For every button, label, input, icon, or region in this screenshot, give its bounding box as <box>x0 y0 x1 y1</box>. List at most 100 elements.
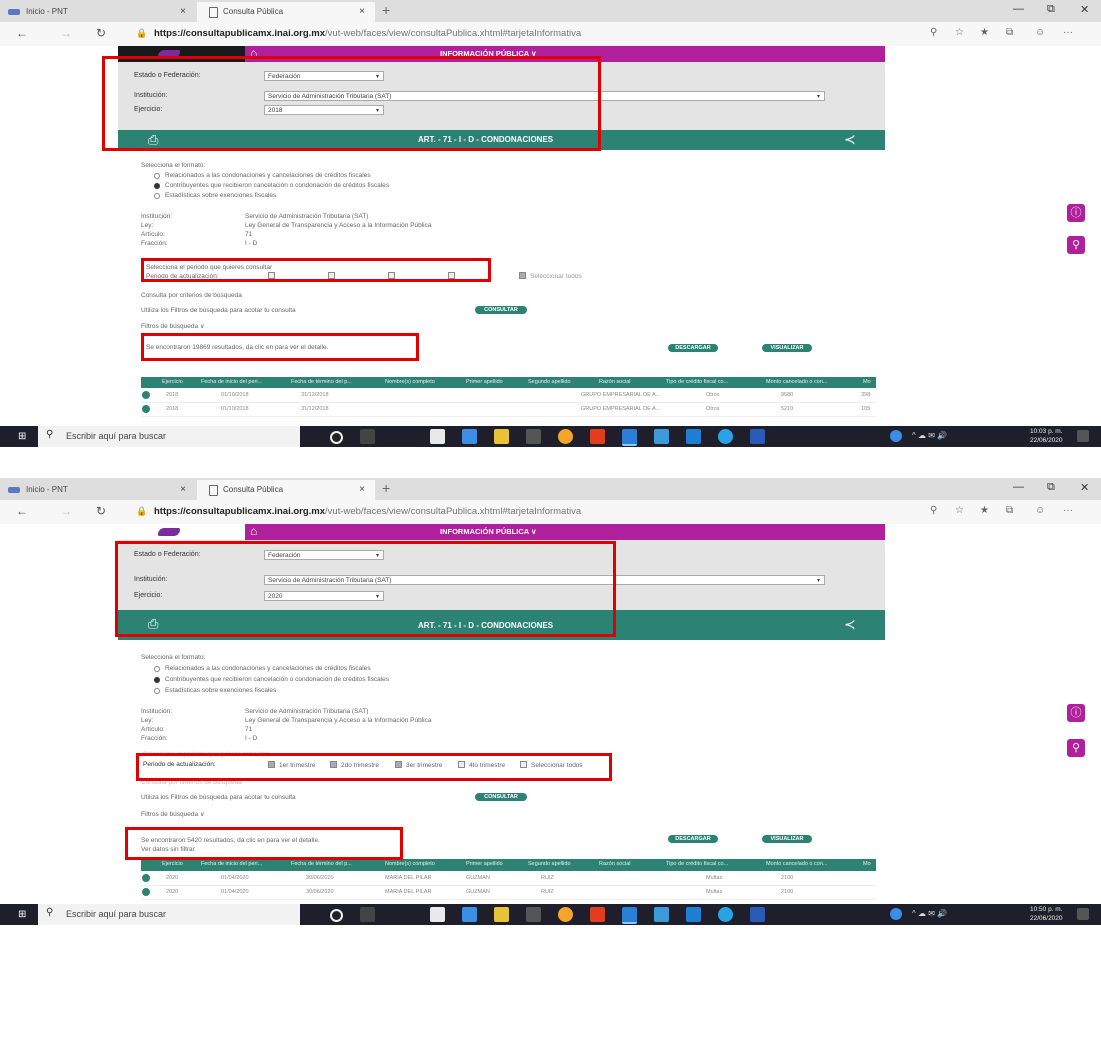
app-icon[interactable] <box>526 429 541 444</box>
table-row[interactable]: 2020 01/04/2020 30/06/2020 MARIA DEL PIL… <box>141 887 876 900</box>
cortana-icon[interactable] <box>330 431 343 444</box>
th-primer-apellido[interactable]: Primer apellido <box>466 379 503 385</box>
file-explorer-icon[interactable] <box>494 429 509 444</box>
filtros-toggle[interactable]: Filtros de búsqueda ∨ <box>141 810 205 818</box>
share-icon[interactable]: ≺ <box>844 131 856 148</box>
detail-plus-icon[interactable] <box>142 405 150 413</box>
dropbox-icon[interactable] <box>462 429 477 444</box>
help-tray-icon[interactable] <box>890 430 902 442</box>
favorites-icon[interactable]: ★ <box>980 505 989 516</box>
formato-option-2[interactable]: Contribuyentes que recibieron cancelació… <box>165 676 389 683</box>
skype-icon[interactable] <box>718 429 733 444</box>
clock[interactable]: 10:03 p. m. 22/06/2020 <box>1030 427 1063 445</box>
chrome-icon[interactable] <box>558 429 573 444</box>
table-row[interactable]: 2018 01/10/2018 31/12/2018 GRUPO EMPRESA… <box>141 390 876 403</box>
th-tipo-credito[interactable]: Tipo de crédito fiscal co... <box>666 379 728 385</box>
header-title[interactable]: INFORMACIÓN PÚBLICA ∨ <box>440 524 536 540</box>
th-segundo-apellido[interactable]: Segundo apellido <box>528 861 571 867</box>
th-monto[interactable]: Mo <box>863 379 871 385</box>
more-menu-icon[interactable]: ··· <box>1063 505 1073 516</box>
notifications-icon[interactable] <box>1077 908 1089 920</box>
notifications-icon[interactable] <box>1077 430 1089 442</box>
mail-icon[interactable] <box>686 907 701 922</box>
tab-consulta-publica[interactable]: Consulta Pública × <box>197 480 375 500</box>
reading-view-icon[interactable]: ☆ <box>955 27 964 38</box>
formato-option-3[interactable]: Estadísticas sobre exenciones fiscales <box>165 192 276 199</box>
th-primer-apellido[interactable]: Primer apellido <box>466 861 503 867</box>
new-tab-button[interactable]: + <box>382 480 390 496</box>
filtros-toggle[interactable]: Filtros de búsqueda ∨ <box>141 322 205 330</box>
new-tab-button[interactable]: + <box>382 2 390 18</box>
th-razon-social[interactable]: Razón social <box>599 379 631 385</box>
detail-plus-icon[interactable] <box>142 888 150 896</box>
forward-button[interactable]: → <box>60 26 72 40</box>
close-tab-icon[interactable]: × <box>180 480 186 500</box>
formato-radio-2[interactable] <box>154 183 160 189</box>
descargar-button[interactable]: DESCARGAR <box>668 835 718 843</box>
formato-radio-1[interactable] <box>154 173 160 179</box>
edge-icon[interactable] <box>622 907 637 924</box>
cortana-icon[interactable] <box>330 909 343 922</box>
close-tab-icon[interactable]: × <box>180 2 186 22</box>
photos-icon[interactable] <box>654 907 669 922</box>
table-row[interactable]: 2020 01/04/2020 30/06/2020 MARIA DEL PIL… <box>141 873 876 886</box>
formato-option-1[interactable]: Relacionados a las condonaciones y cance… <box>165 665 371 672</box>
help-icon[interactable]: ⓘ <box>1067 704 1085 722</box>
more-menu-icon[interactable]: ··· <box>1063 27 1073 38</box>
th-monto-cancelado[interactable]: Monto cancelado o con... <box>766 379 827 385</box>
profile-icon[interactable]: ☺ <box>1035 27 1045 38</box>
close-tab-icon[interactable]: × <box>359 480 365 500</box>
zoom-icon[interactable]: ⚲ <box>930 505 937 516</box>
profile-icon[interactable]: ☺ <box>1035 505 1045 516</box>
th-razon-social[interactable]: Razón social <box>599 861 631 867</box>
office-icon[interactable] <box>590 429 605 444</box>
th-fecha-termino[interactable]: Fecha de término del p... <box>291 861 352 867</box>
clock[interactable]: 10:50 p. m. 22/06/2020 <box>1030 905 1063 923</box>
th-ejercicio[interactable]: Ejercicio <box>162 861 183 867</box>
mail-icon[interactable] <box>686 429 701 444</box>
share-icon[interactable]: ≺ <box>844 616 856 633</box>
th-fecha-inicio[interactable]: Fecha de inicio del peri... <box>201 861 262 867</box>
close-tab-icon[interactable]: × <box>359 2 365 22</box>
maximize-button[interactable]: ⧉ <box>1047 481 1055 494</box>
back-button[interactable]: ← <box>16 26 28 40</box>
help-tray-icon[interactable] <box>890 908 902 920</box>
th-segundo-apellido[interactable]: Segundo apellido <box>528 379 571 385</box>
tab-inicio-pnt[interactable]: Inicio - PNT × <box>0 480 196 500</box>
task-view-icon[interactable] <box>360 907 375 922</box>
formato-option-3[interactable]: Estadísticas sobre exenciones fiscales <box>165 687 276 694</box>
tab-inicio-pnt[interactable]: Inicio - PNT × <box>0 2 196 22</box>
detail-plus-icon[interactable] <box>142 391 150 399</box>
th-fecha-inicio[interactable]: Fecha de inicio del peri... <box>201 379 262 385</box>
periodo-check-all[interactable] <box>519 272 526 279</box>
th-ejercicio[interactable]: Ejercicio <box>162 379 183 385</box>
dropbox-icon[interactable] <box>462 907 477 922</box>
store-icon[interactable] <box>430 429 445 444</box>
photos-icon[interactable] <box>654 429 669 444</box>
formato-radio-3[interactable] <box>154 688 160 694</box>
app-icon[interactable] <box>526 907 541 922</box>
taskbar-search[interactable]: ⚲ Escribir aquí para buscar <box>38 904 300 925</box>
chrome-icon[interactable] <box>558 907 573 922</box>
visualizar-button[interactable]: VISUALIZAR <box>762 835 812 843</box>
word-icon[interactable] <box>750 429 765 444</box>
table-row[interactable]: 2018 01/10/2018 31/12/2018 GRUPO EMPRESA… <box>141 404 876 417</box>
consultar-button[interactable]: CONSULTAR <box>475 306 527 314</box>
formato-option-2[interactable]: Contribuyentes que recibieron cancelació… <box>165 182 389 189</box>
tab-consulta-publica[interactable]: Consulta Pública × <box>197 2 375 22</box>
edge-icon[interactable] <box>622 429 637 446</box>
help-icon[interactable]: ⓘ <box>1067 204 1085 222</box>
consultar-button[interactable]: CONSULTAR <box>475 793 527 801</box>
address-bar[interactable]: https://consultapublicamx.inai.org.mx/vu… <box>154 506 581 517</box>
th-tipo-credito[interactable]: Tipo de crédito fiscal co... <box>666 861 728 867</box>
store-icon[interactable] <box>430 907 445 922</box>
search-icon[interactable]: ⚲ <box>1067 739 1085 757</box>
search-icon[interactable]: ⚲ <box>1067 236 1085 254</box>
back-button[interactable]: ← <box>16 504 28 518</box>
maximize-button[interactable]: ⧉ <box>1047 3 1055 16</box>
windows-start-icon[interactable]: ⊞ <box>18 909 26 920</box>
th-nombre[interactable]: Nombre(s) completo <box>385 861 435 867</box>
tray-icons[interactable]: ^ ☁ ✉ 🔊 <box>912 431 947 440</box>
task-view-icon[interactable] <box>360 429 375 444</box>
formato-option-1[interactable]: Relacionados a las condonaciones y cance… <box>165 172 371 179</box>
